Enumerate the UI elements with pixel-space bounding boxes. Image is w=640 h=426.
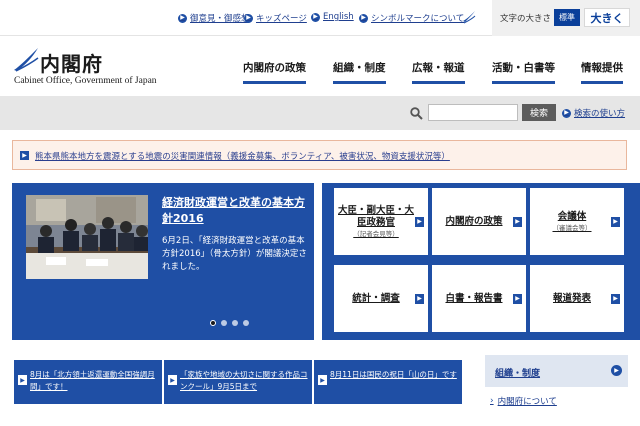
feedback-link-label: 御意見・御感想 [190, 14, 250, 24]
font-size-control: 文字の大きさ 標準 大きく [492, 0, 640, 36]
site-title[interactable]: 内閣府 [40, 48, 103, 77]
disaster-alert-banner[interactable]: ▶ 熊本県熊本地方を震源とする地震の災害関連情報（義援金募集、ボランティア、被害… [12, 140, 627, 170]
news-item-3[interactable]: ▶ 8月11日は国民の祝日「山の日」です [314, 360, 462, 404]
search-button[interactable]: 検索 [522, 104, 556, 121]
arrow-icon: ▶ [244, 13, 253, 23]
symbol-mark-link[interactable]: ▶ シンボルマークについて [359, 12, 464, 24]
news-item-1[interactable]: ▶ 8月は「北方領土返還運動全国強調月間」です！ [14, 360, 162, 404]
tile-title: 報道発表 [552, 292, 591, 304]
arrow-icon: ▶ [415, 216, 424, 227]
arrow-icon: ▶ [513, 293, 522, 304]
carousel-dot-3[interactable] [232, 320, 238, 326]
hero-title[interactable]: 経済財政運営と改革の基本方針2016 [162, 195, 308, 227]
feedback-link[interactable]: ▶ 御意見・御感想 [178, 12, 250, 24]
font-size-label: 文字の大きさ [500, 14, 552, 24]
side-menu-organization[interactable]: 組織・制度 ▶ [485, 355, 628, 387]
symbol-mark-icon [462, 9, 476, 28]
arrow-icon: ▶ [611, 216, 620, 227]
site-header: 内閣府 Cabinet Office, Government of Japan … [0, 36, 640, 96]
news-item-2[interactable]: ▶ 「家族や地域の大切さに関する作品コンクール」9月5日まで [164, 360, 312, 404]
english-link-label: English [323, 12, 354, 22]
arrow-icon: ▶ [359, 13, 368, 23]
tile-label: 報道発表 [534, 293, 610, 305]
about-link-label: 内閣府について [497, 397, 557, 407]
tile-subtitle: （記者会見等） [353, 229, 399, 238]
utility-bar: ▶ 御意見・御感想 ▶ キッズページ ▶ English ▶ シンボルマークにつ… [0, 0, 640, 36]
search-help-label: 検索の使い方 [574, 109, 626, 119]
nav-information[interactable]: 情報提供 [581, 60, 623, 84]
chevron-left-icon: ‹ [4, 252, 10, 268]
tile-title: 会議体 [557, 210, 587, 222]
arrow-icon: ▶ [611, 293, 620, 304]
alert-text[interactable]: 熊本県熊本地方を震源とする地震の災害関連情報（義援金募集、ボランティア、被害状況… [35, 150, 450, 162]
symbol-mark-link-label: シンボルマークについて [371, 14, 465, 24]
tile-title: 大臣・副大臣・大臣政務官 [338, 204, 415, 228]
arrow-icon: ▶ [562, 108, 571, 118]
kids-page-link[interactable]: ▶ キッズページ [244, 12, 307, 24]
page-root: ▶ 御意見・御感想 ▶ キッズページ ▶ English ▶ シンボルマークにつ… [0, 0, 640, 426]
tile-label: 大臣・副大臣・大臣政務官 （記者会見等） [338, 205, 414, 239]
hero-body: 6月2日、「経済財政運営と改革の基本方針2016」（骨太方針）が閣議決定されまし… [162, 236, 307, 272]
tile-title: 白書・報告書 [445, 292, 503, 304]
tile-title: 内閣府の政策 [445, 215, 503, 227]
tile-ministers[interactable]: 大臣・副大臣・大臣政務官 （記者会見等） ▶ [334, 188, 428, 255]
tile-policy[interactable]: 内閣府の政策 ▶ [432, 188, 526, 255]
tile-press-releases[interactable]: 報道発表 ▶ [530, 265, 624, 332]
cabinet-office-logo-icon[interactable] [12, 46, 40, 76]
arrow-icon: ▶ [415, 293, 424, 304]
font-standard-button[interactable]: 標準 [554, 9, 580, 26]
arrow-icon: ▶ [311, 12, 320, 22]
arrow-icon: ▶ [318, 375, 327, 385]
search-icon [410, 105, 423, 124]
english-link[interactable]: ▶ English [311, 12, 354, 22]
carousel-indicator [210, 320, 249, 326]
nav-organization[interactable]: 組織・制度 [333, 60, 386, 84]
news-item-text[interactable]: 「家族や地域の大切さに関する作品コンクール」9月5日まで [180, 369, 308, 393]
tile-councils[interactable]: 会議体 （審議会等） ▶ [530, 188, 624, 255]
quick-links-grid: 大臣・副大臣・大臣政務官 （記者会見等） ▶ 内閣府の政策 ▶ 会議体 （審議会等） ▶ 統計・… [322, 183, 640, 340]
site-subtitle: Cabinet Office, Government of Japan [14, 76, 157, 86]
side-menu-label[interactable]: 組織・制度 [495, 366, 540, 379]
news-item-text[interactable]: 8月11日は国民の祝日「山の日」です [330, 369, 458, 381]
tile-title: 統計・調査 [352, 292, 400, 304]
nav-policy[interactable]: 内閣府の政策 [243, 60, 306, 84]
nav-pr-press[interactable]: 広報・報道 [412, 60, 465, 84]
chevron-right-icon: › [316, 252, 322, 268]
tile-statistics[interactable]: 統計・調査 ▶ [334, 265, 428, 332]
search-bar: 検索 ▶ 検索の使い方 [0, 96, 640, 130]
arrow-icon: ▶ [178, 13, 187, 23]
kids-page-link-label: キッズページ [256, 14, 307, 24]
tile-label: 白書・報告書 [436, 293, 512, 305]
hero-photo[interactable] [26, 195, 148, 279]
tile-label: 内閣府の政策 [436, 216, 512, 228]
arrow-icon: ▶ [513, 216, 522, 227]
font-large-button[interactable]: 大きく [584, 8, 630, 27]
carousel-dot-4[interactable] [243, 320, 249, 326]
nav-activities-white-papers[interactable]: 活動・白書等 [492, 60, 555, 84]
carousel-dot-1[interactable] [210, 320, 216, 326]
search-help-link[interactable]: ▶ 検索の使い方 [562, 107, 625, 119]
about-cabinet-office-link[interactable]: › 内閣府について [490, 395, 557, 407]
tile-subtitle: （審議会等） [552, 223, 592, 232]
chevron-right-icon: › [490, 396, 494, 406]
tile-label: 統計・調査 [338, 293, 414, 305]
tile-white-papers[interactable]: 白書・報告書 ▶ [432, 265, 526, 332]
tile-label: 会議体 （審議会等） [534, 211, 610, 233]
arrow-icon: ▶ [168, 375, 177, 385]
news-item-text[interactable]: 8月は「北方領土返還運動全国強調月間」です！ [30, 369, 158, 393]
carousel-prev-button[interactable]: ‹ [0, 245, 14, 275]
chevron-right-icon: ▶ [611, 365, 622, 376]
hero-carousel: 経済財政運営と改革の基本方針2016 6月2日、「経済財政運営と改革の基本方針2… [4, 183, 322, 340]
search-input[interactable] [428, 104, 518, 121]
carousel-dot-2[interactable] [221, 320, 227, 326]
arrow-icon: ▶ [18, 375, 27, 385]
arrow-icon: ▶ [20, 151, 29, 160]
